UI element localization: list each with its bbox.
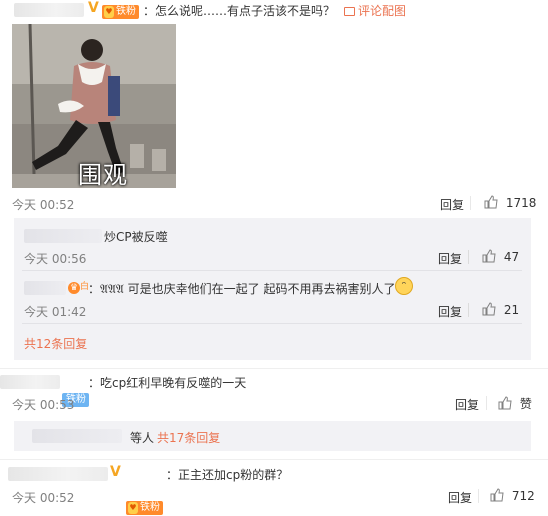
comment-image[interactable]: 围观 [12,24,176,188]
like-button[interactable]: 47 [482,249,519,264]
like-count: 712 [511,489,535,503]
fan-badge[interactable]: ♥ 铁粉 [126,501,163,515]
action-divider [468,303,469,317]
thumb-up-icon [490,488,504,502]
action-divider [478,489,479,503]
reply-time: 今天 00:56 [24,252,87,266]
vip-badge[interactable]: ♛ 白 [68,279,89,294]
comment-time: 今天 00:52 [12,491,75,505]
reply-button[interactable]: 回复 [438,303,462,320]
reply-text: 炒CP被反噬 [104,230,168,244]
like-button[interactable]: 21 [482,302,519,317]
verified-v-icon: V [110,464,121,480]
username-blurred[interactable] [8,467,108,481]
image-icon [344,7,355,16]
reply-button[interactable]: 回复 [440,196,464,213]
comment-divider [0,459,548,460]
action-divider [468,250,469,264]
like-button[interactable]: 赞 [498,395,532,412]
like-count: 21 [503,303,520,317]
username-blurred[interactable] [24,281,66,295]
comment-time: 今天 00:52 [12,198,75,212]
crown-icon: ♛ [68,282,80,294]
reply-text: ：𝔄𝔄𝔄 可是也庆幸他们在一起了 起码不用再去祸害别人了 [88,282,396,296]
comment-time: 今天 00:53 [12,398,75,412]
username-blurred[interactable] [0,375,60,389]
more-replies-link[interactable]: 共17条回复 [157,429,220,446]
comment-text: ：怎么说呢……有点子活该不是吗？ [143,4,336,18]
like-count: 1718 [505,196,537,210]
heart-icon: ♥ [104,6,114,18]
username-blurred[interactable] [14,3,84,17]
thumb-up-icon [482,302,496,316]
image-caption: 围观 [78,161,128,188]
more-replies-prefix: 等人 [130,431,155,445]
comment-image-link[interactable]: 评论配图 [344,2,406,19]
like-button[interactable]: 1718 [484,195,536,210]
heart-icon: ♥ [128,502,138,514]
username-blurred[interactable] [24,229,102,243]
action-divider [470,196,471,210]
fan-badge[interactable]: ♥ 铁粉 [102,5,139,19]
reply-divider [22,323,522,324]
comment-divider [0,368,548,369]
comment-text: ：吃cp红利早晚有反噬的一天 [88,376,247,390]
reply-divider [22,270,522,271]
reply-button[interactable]: 回复 [448,489,472,506]
reply-button[interactable]: 回复 [455,396,479,413]
reply-time: 今天 01:42 [24,305,87,319]
like-label: 赞 [519,397,532,411]
thumb-up-icon [498,396,512,410]
like-count: 47 [503,250,520,264]
like-button[interactable]: 712 [490,488,535,503]
action-divider [486,396,487,410]
reply-button[interactable]: 回复 [438,250,462,267]
username-blurred[interactable] [32,429,122,443]
comment-1: V ♥ 铁粉 ：怎么说呢……有点子活该不是吗？ 评论配图 围观 今天 00:52 … [0,0,548,212]
thumb-up-icon [482,249,496,263]
verified-v-icon: V [88,0,99,16]
view-all-replies-link[interactable]: 共12条回复 [24,335,87,352]
comment-text: ：正主还加cp粉的群？ [166,468,289,482]
emoji-face-icon: ᵔ [395,277,413,295]
thumb-up-icon [484,195,498,209]
